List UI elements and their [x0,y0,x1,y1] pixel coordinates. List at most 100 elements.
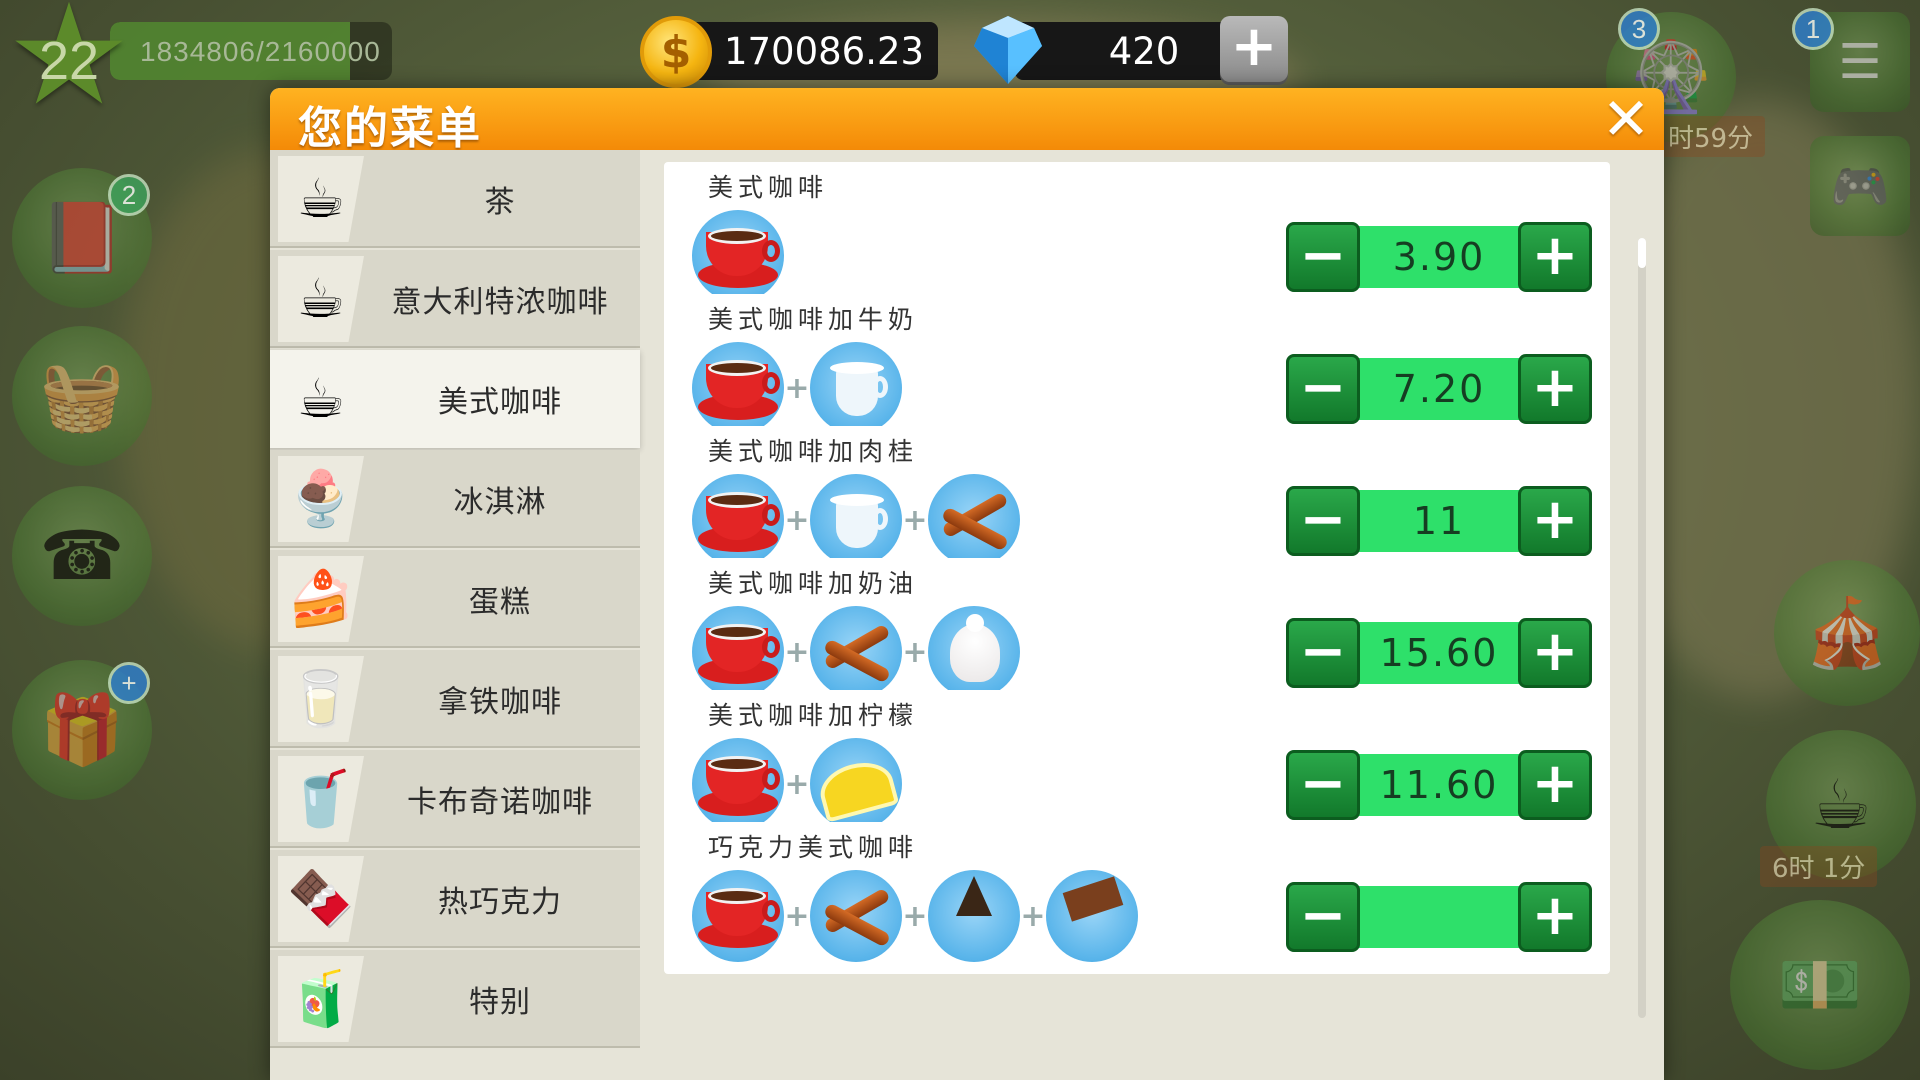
category-item[interactable]: 🥤 卡布奇诺咖啡 [270,750,640,848]
category-item[interactable]: 🧃 特别 [270,950,640,1048]
category-item[interactable]: 🍨 冰淇淋 [270,450,640,548]
category-label: 美式咖啡 [438,385,562,420]
price-stepper: −3.90 + [1286,222,1592,292]
increase-price-button[interactable]: + [1518,882,1592,952]
menu-item-row: 美式咖啡加肉桂 + + − 11 + [664,426,1610,578]
plus-sign: + [784,370,810,406]
phone-button[interactable]: ☎ [12,486,152,626]
games-button[interactable]: 🎮 [1810,136,1910,236]
hot-chocolate-icon: 🍫 [287,867,355,930]
coffee-cup-icon [692,738,784,830]
category-item[interactable]: ☕ 意大利特浓咖啡 [270,250,640,348]
tea-cup-icon: ☕ [296,167,346,230]
plus-sign: + [784,634,810,670]
increase-price-button[interactable]: + [1518,354,1592,424]
latte-icon: 🥛 [287,667,355,730]
menu-item-name: 美式咖啡加牛奶 [708,305,919,334]
list-icon: ☰ [1838,34,1882,90]
plus-sign: + [1020,898,1046,934]
coffee-cup-icon: ☕ [1810,765,1872,845]
close-button[interactable]: ✕ [1598,90,1654,148]
chocolate-icon [928,870,1020,962]
increase-price-button[interactable]: + [1518,486,1592,556]
gem-amount: 420 [1108,29,1180,73]
menu-items-pane: 美式咖啡 −3.90 + 美式咖啡加牛奶 + −7.20 + 美式咖啡加肉桂 + + −11 + 美式咖… [654,150,1664,1080]
decrease-price-button[interactable]: − [1286,222,1360,292]
plus-sign: + [784,898,810,934]
circus-button[interactable]: 🎪 [1774,560,1920,706]
dialog-title: 您的菜单 [298,103,482,154]
scroll-thumb[interactable] [1638,238,1646,268]
plus-sign: + [784,766,810,802]
plus-sign: + [902,898,928,934]
task-badge: 1 [1792,8,1834,50]
increase-price-button[interactable]: + [1518,750,1592,820]
event-timer: 时59分 [1656,116,1766,157]
book-icon: 📕 [39,199,125,278]
dialog-header: 您的菜单 ✕ [270,88,1664,154]
decrease-price-button[interactable]: − [1286,882,1360,952]
coin-amount: 170086.23 [723,29,925,73]
telephone-icon: ☎ [39,516,125,596]
milk-icon [810,474,902,566]
ingredient-list: + + [692,604,1020,700]
xp-text: 1834806/2160000 [140,36,381,67]
diamond-icon [974,16,1042,84]
coffee-cup-icon [692,474,784,566]
decrease-price-button[interactable]: − [1286,486,1360,556]
plus-sign: + [902,634,928,670]
category-label: 茶 [484,185,516,220]
price-value: 7.20 [1392,367,1486,411]
increase-price-button[interactable]: + [1518,222,1592,292]
menu-item-name: 美式咖啡 [708,173,829,202]
price-value [1360,886,1518,948]
increase-price-button[interactable]: + [1518,618,1592,688]
category-label: 特别 [469,985,531,1020]
ingredient-list: + [692,340,902,436]
menu-item-row: 巧克力美式咖啡 + + + − + [664,822,1610,974]
category-item[interactable]: 🍰 蛋糕 [270,550,640,648]
cappuccino-icon: 🥤 [287,767,355,830]
scrollbar[interactable] [1638,238,1646,1018]
menu-item-name: 美式咖啡加肉桂 [708,437,919,466]
coffee-cup-icon [692,870,784,962]
category-label: 意大利特浓咖啡 [391,285,609,320]
coin-icon: $ [640,16,712,88]
coffee-cup-icon [692,210,784,302]
plus-sign: + [902,502,928,538]
gift-add-badge: + [108,662,150,704]
category-label: 拿铁咖啡 [438,685,562,720]
menu-item-row: 美式咖啡 −3.90 + [664,162,1610,314]
price-stepper: −15.60 + [1286,618,1592,688]
category-item[interactable]: 🥛 拿铁咖啡 [270,650,640,748]
menu-item-name: 美式咖啡加柠檬 [708,701,919,730]
menu-item-name: 巧克力美式咖啡 [708,833,919,862]
category-item[interactable]: ☕ 茶 [270,150,640,248]
ice-cream-icon: 🍨 [287,467,355,530]
xp-bar: 1834806/2160000 [110,22,392,80]
decrease-price-button[interactable]: − [1286,750,1360,820]
price-stepper: −11.60 + [1286,750,1592,820]
menu-dialog: 您的菜单 ✕ ☕ 茶 ☕ 意大利特浓咖啡 ☕ 美式咖啡 🍨 冰淇淋 🍰 蛋糕 🥛 拿铁咖啡 🥤 卡布奇诺咖… [270,88,1664,1080]
lemon-icon [810,738,902,830]
buy-gems-button[interactable]: + [1220,16,1288,82]
coffee-cup-icon [692,342,784,434]
circus-tent-icon: 🎪 [1804,594,1890,673]
category-item[interactable]: ☕ 美式咖啡 [270,350,640,448]
price-value: 11 [1412,499,1466,543]
cinnamon-icon [810,606,902,698]
gamepad-icon: 🎮 [1830,158,1890,215]
ingredients-button[interactable]: 🧺 [12,326,152,466]
category-item[interactable]: 🍫 热巧克力 [270,850,640,948]
cream-icon [928,606,1020,698]
ingredient-list: + + [692,472,1020,568]
price-value: 11.60 [1379,763,1499,807]
level-number: 22 [38,31,100,91]
milk-icon [810,342,902,434]
decrease-price-button[interactable]: − [1286,354,1360,424]
menu-item-row: 美式咖啡加柠檬 + −11.60 + [664,690,1610,842]
cash-register-button[interactable]: 💵 [1730,900,1910,1070]
menu-item-row: 美式咖啡加奶油 + + −15.60 + [664,558,1610,710]
american-coffee-icon: ☕ [296,367,346,430]
decrease-price-button[interactable]: − [1286,618,1360,688]
